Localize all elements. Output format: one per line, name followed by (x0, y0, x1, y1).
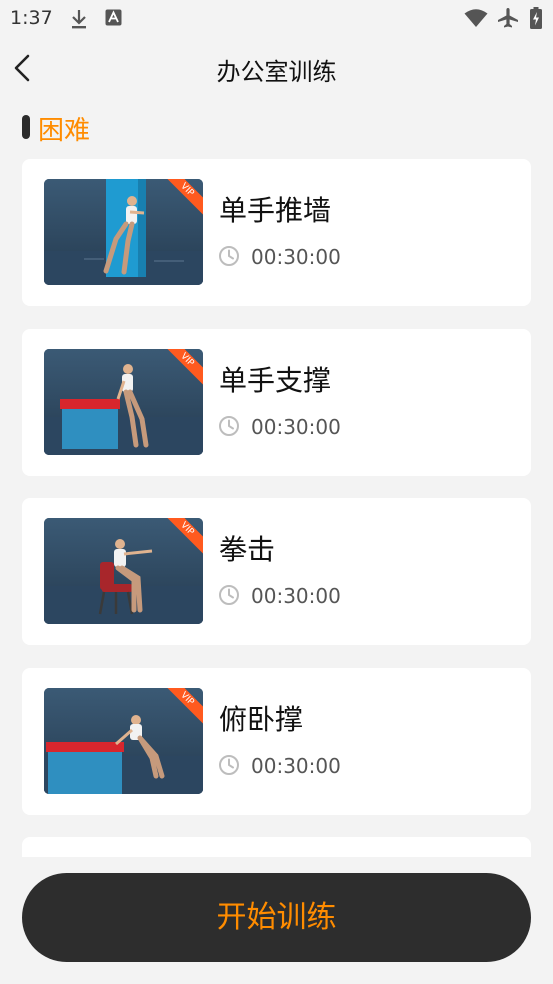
exercise-name: 单手支撑 (219, 364, 332, 397)
clock-icon (219, 585, 239, 605)
header: 办公室训练 (0, 38, 553, 98)
exercise-thumbnail: VIP (44, 179, 203, 285)
exercise-name: 单手推墙 (219, 194, 332, 227)
exercise-duration: 00:30:00 (251, 415, 341, 439)
clock-icon (219, 416, 239, 436)
airplane-icon (498, 8, 518, 28)
exercise-illustration (44, 518, 203, 624)
exercise-card[interactable]: VIP 俯卧撑 00:30:00 (22, 668, 531, 815)
status-bar: 1:37 (0, 0, 553, 38)
exercise-thumbnail: VIP (44, 688, 203, 794)
exercise-name: 俯卧撑 (219, 703, 304, 736)
exercise-duration: 00:30:00 (251, 754, 341, 778)
exercise-card[interactable]: VIP 拳击 00:30:00 (22, 498, 531, 645)
exercise-thumbnail: VIP (44, 349, 203, 455)
clock-icon (219, 246, 239, 266)
exercise-card[interactable]: VIP 单手支撑 00:30:00 (22, 329, 531, 476)
exercise-duration: 00:30:00 (251, 245, 341, 269)
page-title: 办公室训练 (216, 58, 337, 86)
exercise-illustration (44, 179, 203, 285)
exercise-card[interactable]: VIP 单手推墙 00:30:00 (22, 159, 531, 306)
exercise-duration: 00:30:00 (251, 584, 341, 608)
section-title: 困难 (38, 116, 91, 146)
exercise-list[interactable]: VIP 单手推墙 00:30:00 VIP 单手支撑 00:30:00 VIP … (22, 159, 531, 857)
exercise-card-partial[interactable] (22, 837, 531, 857)
battery-icon (530, 7, 542, 29)
exercise-illustration (44, 349, 203, 455)
download-icon (72, 10, 86, 29)
status-time: 1:37 (10, 7, 53, 29)
exercise-thumbnail: VIP (44, 518, 203, 624)
text-icon (105, 9, 122, 26)
exercise-illustration (44, 688, 203, 794)
exercise-name: 拳击 (219, 533, 276, 566)
section-marker (22, 115, 30, 139)
wifi-icon (464, 9, 488, 27)
clock-icon (219, 755, 239, 775)
start-training-button[interactable]: 开始训练 (22, 873, 531, 962)
